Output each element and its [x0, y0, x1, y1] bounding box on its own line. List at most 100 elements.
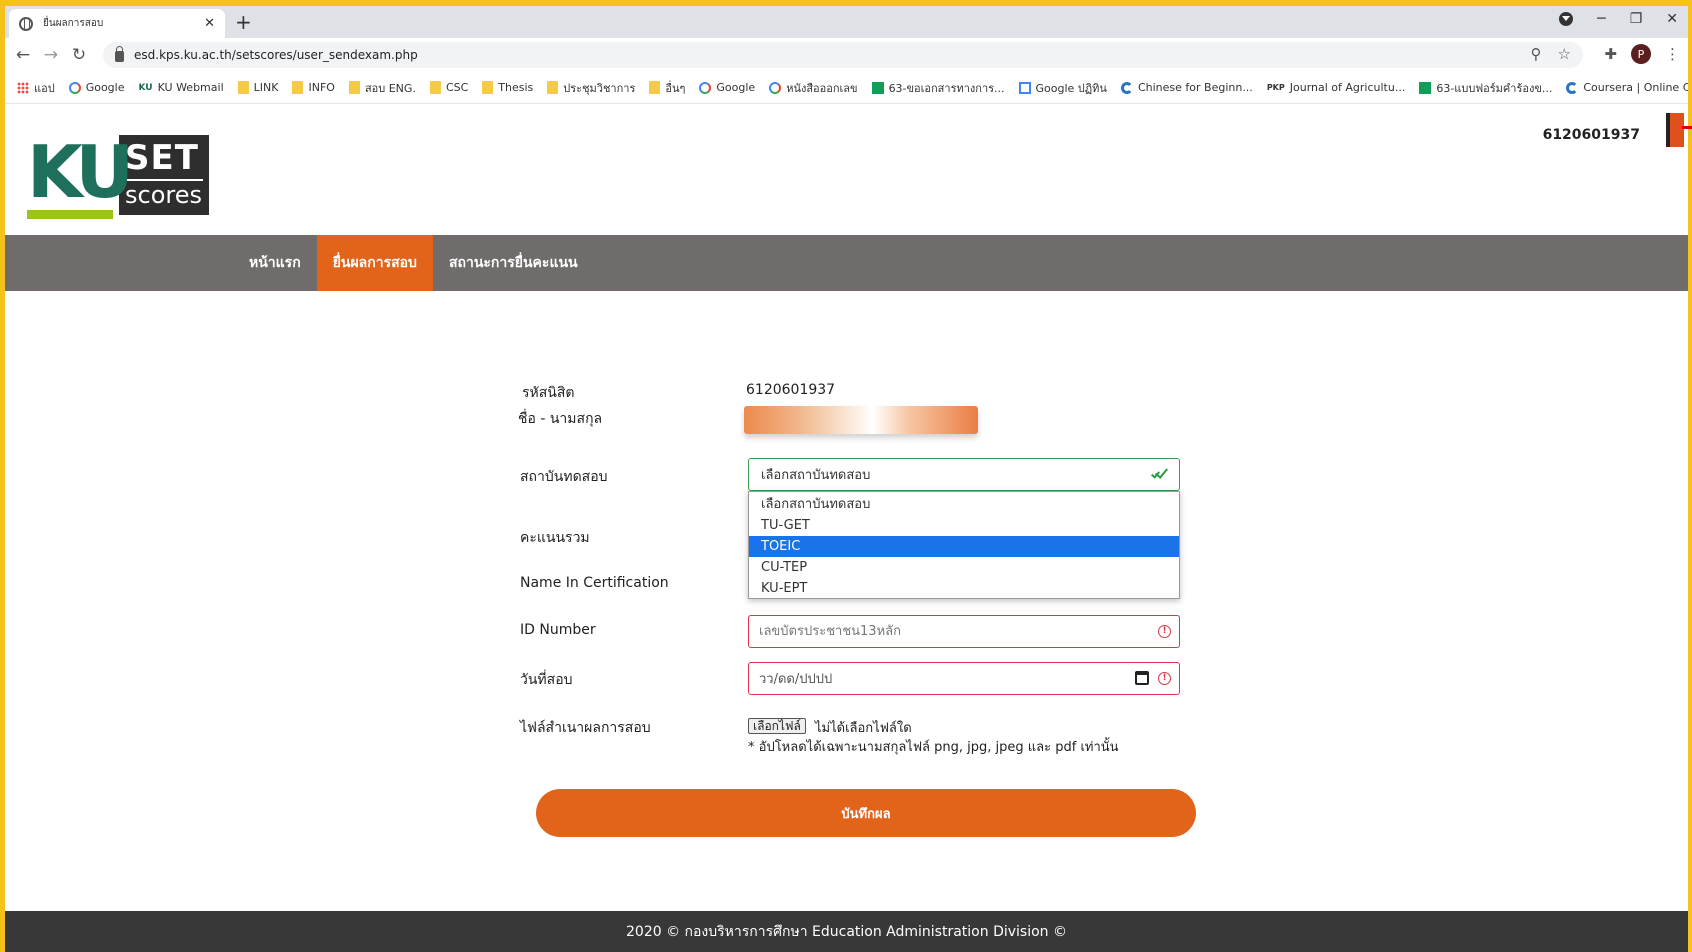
- cert-name-label: Name In Certification: [520, 575, 669, 591]
- footer-text: 2020 © กองบริหารการศึกษา Education Admin…: [626, 923, 1067, 940]
- bookmark-star-icon[interactable]: ☆: [1558, 45, 1571, 63]
- nav-submit-exam[interactable]: ยื่นผลการสอบ: [316, 235, 433, 291]
- student-id-value: 6120601937: [746, 382, 836, 398]
- coursera-icon: [1120, 81, 1133, 94]
- sheets-icon: [1419, 81, 1432, 94]
- bookmark-item[interactable]: Thesis: [482, 81, 533, 94]
- url-text[interactable]: esd.kps.ku.ac.th/setscores/user_sendexam…: [134, 48, 418, 62]
- lock-icon[interactable]: [115, 46, 124, 62]
- browser-tabstrip: ยื่นผลการสอบ ✕ + ─ ❐ ✕: [5, 6, 1688, 38]
- restore-icon[interactable]: ❐: [1630, 11, 1643, 27]
- folder-icon: [649, 81, 661, 94]
- back-icon[interactable]: ←: [9, 45, 37, 65]
- bookmark-item[interactable]: LINK: [237, 81, 278, 94]
- nav-home[interactable]: หน้าแรก: [233, 235, 317, 291]
- tab-close-icon[interactable]: ✕: [204, 16, 215, 31]
- option-placeholder[interactable]: เลือกสถาบันทดสอบ: [749, 494, 1179, 515]
- bookmark-item[interactable]: Google ปฏิทิน: [1018, 79, 1107, 97]
- logo-ku-mark: KU: [27, 130, 134, 219]
- institute-select[interactable]: เลือกสถาบันทดสอบ: [748, 458, 1180, 491]
- bookmark-item[interactable]: ประชุมวิชาการ: [547, 79, 635, 97]
- calendar-icon: [1018, 81, 1031, 94]
- google-icon: [68, 81, 81, 94]
- ku-set-scores-logo[interactable]: KU SET scores: [27, 133, 209, 219]
- ku-icon: KU: [138, 82, 153, 93]
- extensions-icon[interactable]: ✚: [1604, 45, 1617, 63]
- coursera-icon: [1566, 81, 1579, 94]
- globe-icon: [19, 16, 33, 31]
- student-id-label: รหัสนิสิต: [522, 385, 575, 401]
- profile-avatar[interactable]: P: [1631, 44, 1651, 64]
- check-icon: [1155, 465, 1171, 481]
- exam-date-placeholder[interactable]: วว/ดด/ปปปป: [759, 668, 832, 689]
- folder-icon: [348, 81, 360, 94]
- exam-date-field[interactable]: วว/ดด/ปปปป !: [748, 662, 1180, 695]
- folder-icon: [292, 81, 304, 94]
- bookmark-item[interactable]: Chinese for Beginn...: [1120, 81, 1253, 94]
- bookmark-item[interactable]: อื่นๆ: [649, 79, 685, 97]
- bookmark-item[interactable]: PKP Journal of Agricultu...: [1267, 81, 1406, 94]
- option-ku-ept[interactable]: KU-EPT: [749, 578, 1179, 599]
- close-window-icon[interactable]: ✕: [1666, 11, 1678, 27]
- logo-set-text: SET: [125, 138, 199, 178]
- google-icon: [699, 81, 712, 94]
- bookmark-item[interactable]: แอป: [17, 79, 55, 97]
- logo-scores-text: scores: [125, 179, 203, 209]
- bookmark-item[interactable]: Google: [68, 81, 124, 94]
- bookmark-item[interactable]: CSC: [429, 81, 468, 94]
- browser-tab[interactable]: ยื่นผลการสอบ ✕: [9, 9, 225, 38]
- alert-icon: !: [1158, 625, 1171, 638]
- logo-underline: [27, 210, 113, 219]
- choose-file-button[interactable]: เลือกไฟล์: [748, 718, 806, 734]
- file-status: ไม่ได้เลือกไฟล์ใด: [815, 721, 912, 736]
- id-number-label: ID Number: [520, 622, 596, 638]
- pkp-icon: PKP: [1266, 83, 1285, 92]
- institute-dropdown[interactable]: เลือกสถาบันทดสอบ TU-GET TOEIC CU-TEP KU-…: [748, 491, 1180, 599]
- save-button[interactable]: บันทึกผล: [536, 789, 1196, 837]
- id-number-input[interactable]: [759, 624, 1119, 639]
- menu-icon[interactable]: ⋮: [1665, 45, 1680, 63]
- logo-set-box: SET scores: [119, 135, 209, 215]
- option-tu-get[interactable]: TU-GET: [749, 515, 1179, 536]
- folder-icon: [237, 81, 249, 94]
- folder-icon: [429, 81, 441, 94]
- bookmark-item[interactable]: Coursera | Online C...: [1566, 81, 1688, 94]
- exam-date-label: วันที่สอบ: [520, 672, 573, 688]
- google-icon: [769, 81, 782, 94]
- option-toeic[interactable]: TOEIC: [749, 536, 1179, 557]
- redacted-name: [744, 406, 978, 434]
- total-score-label: คะแนนรวม: [520, 530, 590, 546]
- bookmark-item[interactable]: สอบ ENG.: [348, 79, 416, 97]
- bookmark-item[interactable]: INFO: [292, 81, 335, 94]
- tab-title: ยื่นผลการสอบ: [43, 18, 104, 29]
- id-number-field[interactable]: !: [748, 615, 1180, 648]
- calendar-icon[interactable]: [1135, 671, 1149, 685]
- alert-icon: !: [1158, 672, 1171, 685]
- apps-icon: [17, 81, 29, 94]
- page-footer: 2020 © กองบริหารการศึกษา Education Admin…: [5, 911, 1688, 952]
- file-type-note: * อัปโหลดได้เฉพาะนามสกุลไฟล์ png, jpg, j…: [748, 740, 1119, 755]
- header-user-id: 6120601937: [1542, 127, 1640, 143]
- nav-submission-status[interactable]: สถานะการยื่นคะแนน: [433, 235, 594, 291]
- option-cu-tep[interactable]: CU-TEP: [749, 557, 1179, 578]
- new-tab-icon[interactable]: +: [235, 10, 252, 34]
- bookmarks-bar: แอป Google KU KU Webmail LINK INFO สอบ EN…: [5, 72, 1688, 104]
- folder-icon: [547, 81, 559, 94]
- logo-ku-text: KU: [27, 130, 134, 214]
- file-label: ไฟล์สำเนาผลการสอบ: [520, 720, 651, 736]
- window-controls: ─ ❐ ✕: [1559, 11, 1678, 27]
- bookmark-item[interactable]: KU KU Webmail: [138, 81, 223, 94]
- logout-icon[interactable]: [1666, 113, 1692, 147]
- forward-icon[interactable]: →: [37, 45, 65, 65]
- media-indicator-icon[interactable]: [1559, 12, 1574, 26]
- folder-icon: [482, 81, 494, 94]
- reload-icon[interactable]: ↻: [65, 45, 93, 65]
- bookmark-item[interactable]: 63-ขอเอกสารทางการ...: [871, 79, 1005, 97]
- bookmark-item[interactable]: 63-แบบฟอร์มคำร้องข...: [1419, 79, 1552, 97]
- zoom-icon[interactable]: ⚲: [1531, 45, 1542, 63]
- bookmark-item[interactable]: Google: [699, 81, 755, 94]
- exam-submission-form: รหัสนิสิต 6120601937 ชื่อ - นามสกุล สถาบ…: [0, 291, 1692, 911]
- minimize-icon[interactable]: ─: [1597, 11, 1605, 27]
- bookmark-item[interactable]: หนังสือออกเลข: [769, 79, 858, 97]
- address-bar[interactable]: esd.kps.ku.ac.th/setscores/user_sendexam…: [103, 42, 1583, 68]
